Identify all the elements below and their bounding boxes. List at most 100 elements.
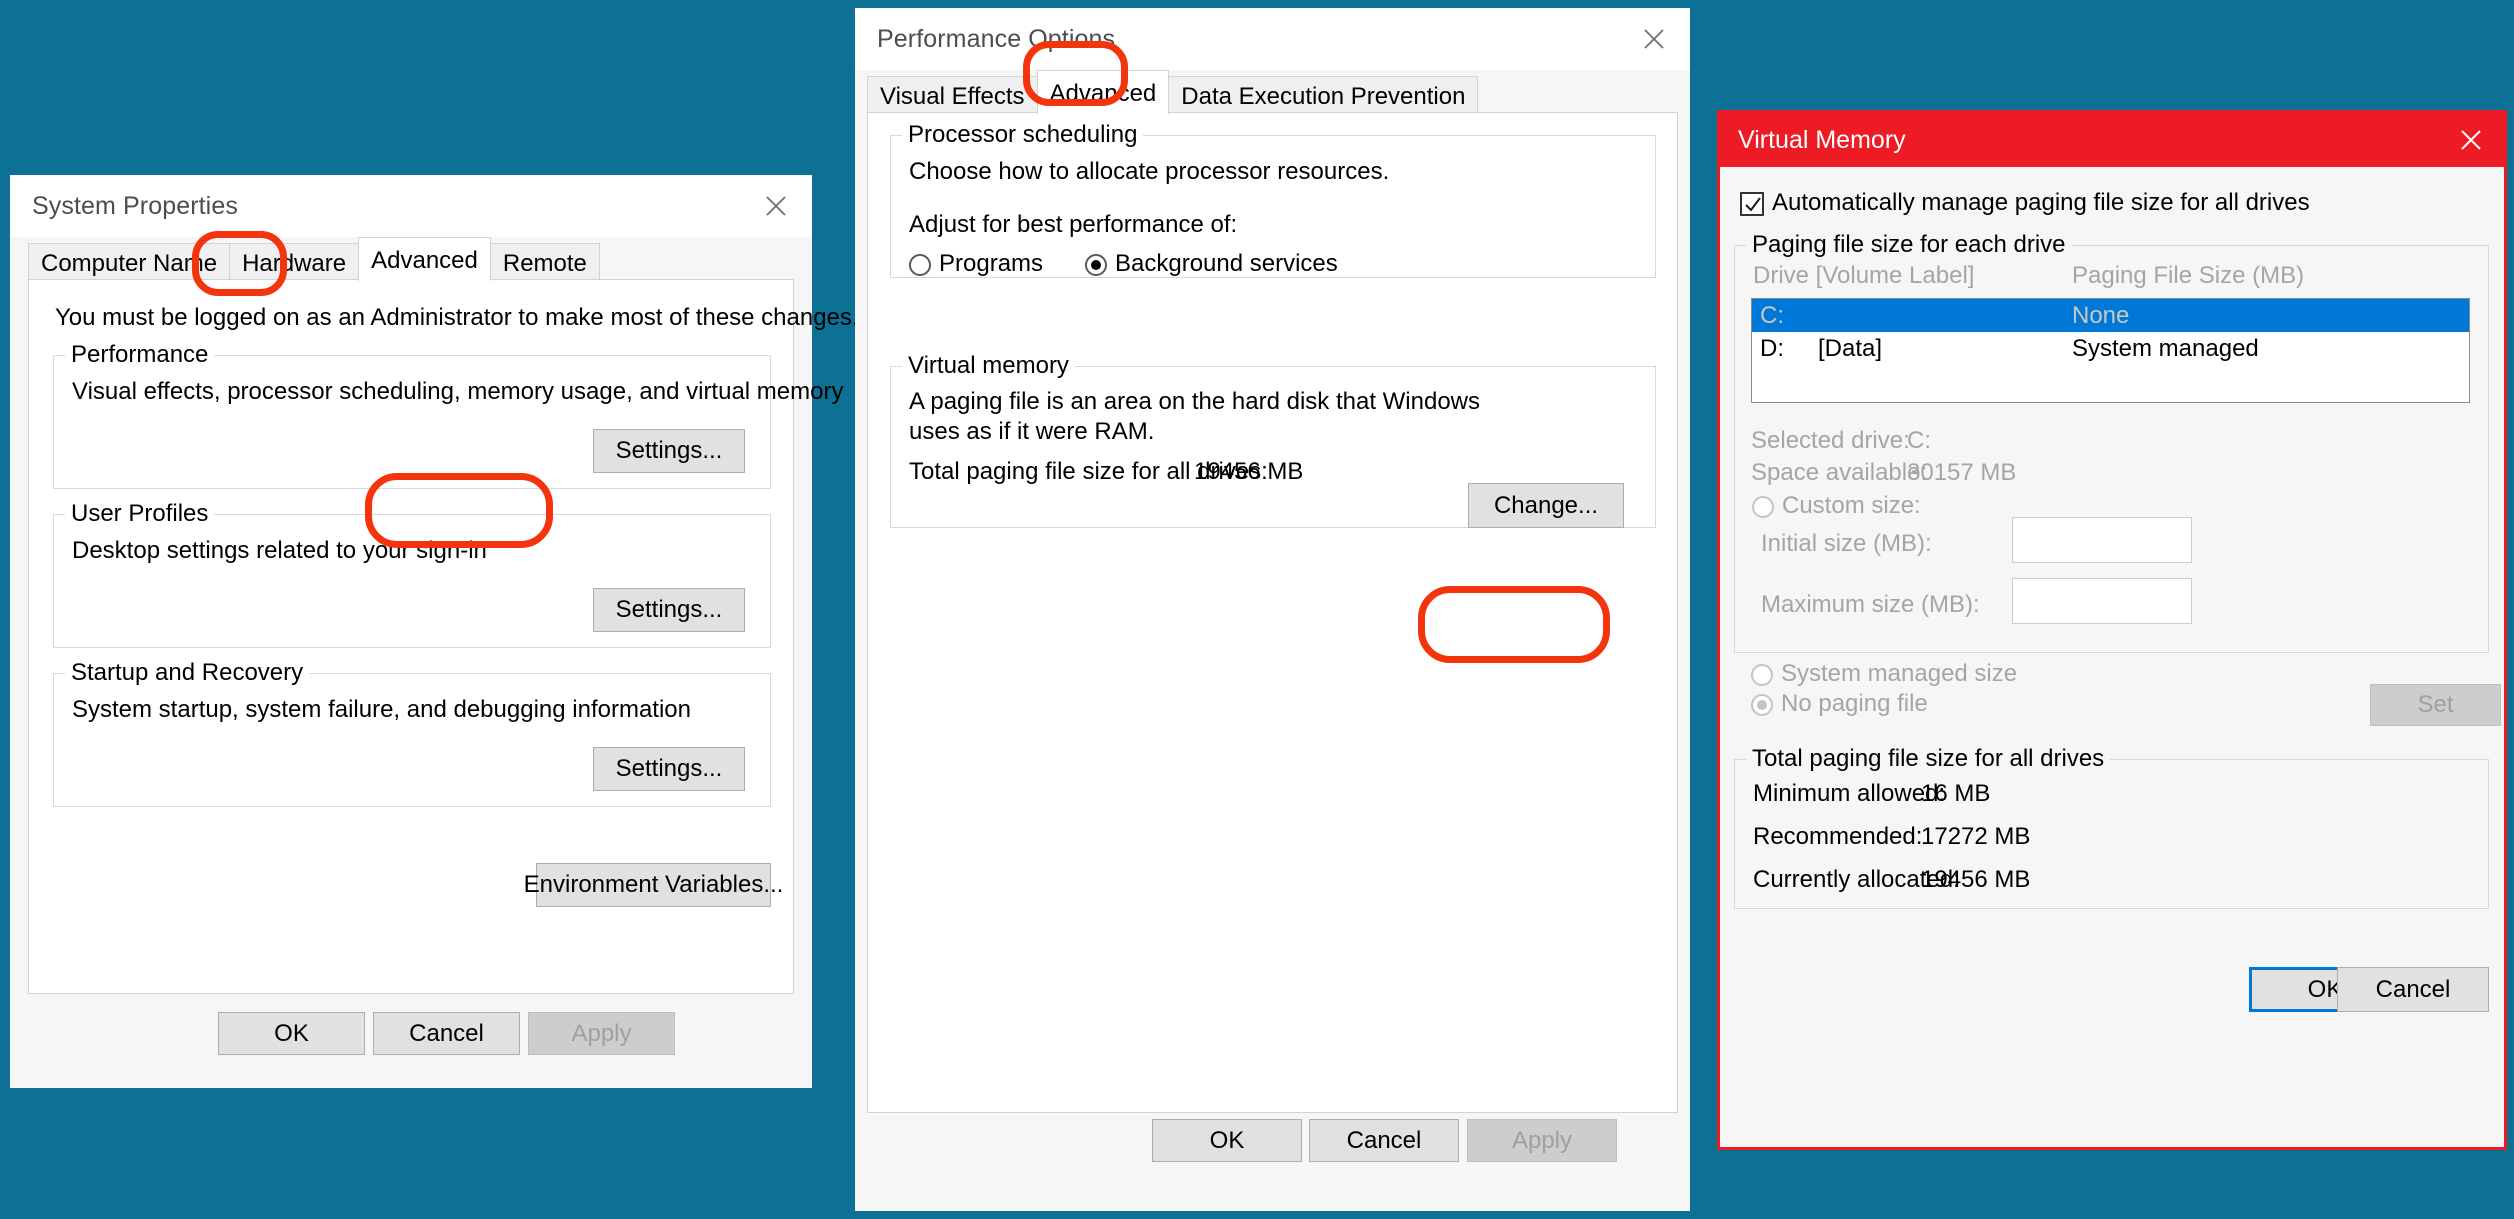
radio-background-services-label: Background services xyxy=(1115,248,1338,279)
user-profiles-settings-button[interactable]: Settings... xyxy=(593,588,745,632)
processor-scheduling-prompt: Adjust for best performance of: xyxy=(909,209,1237,240)
virtual-memory-titlebar: Virtual Memory xyxy=(1720,113,2504,167)
column-header-paging-file-size: Paging File Size (MB) xyxy=(2072,260,2304,291)
radio-programs-label: Programs xyxy=(939,248,1043,279)
virtual-memory-body: Automatically manage paging file size fo… xyxy=(1720,167,2504,1147)
close-icon[interactable] xyxy=(740,175,812,237)
maximum-size-label: Maximum size (MB): xyxy=(1761,589,1980,620)
radio-background-services[interactable] xyxy=(1085,254,1107,276)
system-properties-titlebar: System Properties xyxy=(10,175,812,237)
system-properties-tabpage: You must be logged on as an Administrato… xyxy=(28,279,794,994)
radio-custom-size xyxy=(1752,496,1774,518)
radio-system-managed-size-label: System managed size xyxy=(1781,658,2017,689)
tab-remote[interactable]: Remote xyxy=(490,243,600,281)
virtual-memory-window: Virtual Memory Automatically manage pagi… xyxy=(1717,110,2507,1150)
auto-manage-checkbox[interactable] xyxy=(1740,192,1764,216)
table-row[interactable]: D: [Data] System managed xyxy=(1752,332,2469,365)
sysprops-cancel-button[interactable]: Cancel xyxy=(373,1012,520,1055)
tab-data-execution-prevention[interactable]: Data Execution Prevention xyxy=(1168,76,1478,114)
environment-variables-button[interactable]: Environment Variables... xyxy=(536,863,771,907)
auto-manage-label: Automatically manage paging file size fo… xyxy=(1772,187,2310,218)
space-available-label: Space available: xyxy=(1751,457,1927,488)
tab-label: Hardware xyxy=(242,250,346,277)
performance-options-tabstrip: Visual Effects Advanced Data Execution P… xyxy=(855,70,1690,114)
performance-group-legend: Performance xyxy=(65,341,214,369)
startup-recovery-group: Startup and Recovery System startup, sys… xyxy=(53,673,771,807)
column-header-drive: Drive [Volume Label] xyxy=(1753,260,1974,291)
maximum-size-input xyxy=(2012,578,2192,624)
perfopts-cancel-button[interactable]: Cancel xyxy=(1309,1119,1459,1162)
tab-computer-name[interactable]: Computer Name xyxy=(28,243,230,281)
performance-options-window: Performance Options Visual Effects Advan… xyxy=(855,8,1690,1211)
virtual-memory-description: A paging file is an area on the hard dis… xyxy=(909,387,1529,447)
performance-options-title: Performance Options xyxy=(855,25,1115,54)
selected-drive-label: Selected drive: xyxy=(1751,425,1910,456)
radio-programs[interactable] xyxy=(909,254,931,276)
initial-size-label: Initial size (MB): xyxy=(1761,528,1932,559)
selected-drive-value: C: xyxy=(1907,425,1931,456)
set-button: Set xyxy=(2370,684,2501,726)
row-volume: [Data] xyxy=(1818,335,1882,363)
radio-custom-size-label: Custom size: xyxy=(1782,490,1921,521)
row-size: None xyxy=(2072,302,2129,330)
performance-options-titlebar: Performance Options xyxy=(855,8,1690,70)
startup-recovery-group-legend: Startup and Recovery xyxy=(65,659,309,687)
user-profiles-group: User Profiles Desktop settings related t… xyxy=(53,514,771,648)
virtual-memory-group-legend: Virtual memory xyxy=(902,352,1075,380)
virtual-memory-group: Virtual memory A paging file is an area … xyxy=(890,366,1656,528)
perfopts-apply-button: Apply xyxy=(1467,1119,1617,1162)
tab-label: Computer Name xyxy=(41,250,217,277)
tab-advanced[interactable]: Advanced xyxy=(358,237,491,281)
vm-cancel-button[interactable]: Cancel xyxy=(2337,967,2489,1012)
row-drive: D: xyxy=(1760,335,1784,363)
performance-group: Performance Visual effects, processor sc… xyxy=(53,355,771,489)
close-icon[interactable] xyxy=(2438,113,2504,167)
initial-size-input xyxy=(2012,517,2192,563)
performance-description: Visual effects, processor scheduling, me… xyxy=(72,376,843,407)
system-properties-window: System Properties Computer Name Hardware… xyxy=(10,175,812,1088)
tab-visual-effects[interactable]: Visual Effects xyxy=(867,76,1038,114)
performance-options-tabpage: Processor scheduling Choose how to alloc… xyxy=(867,112,1678,1113)
change-button[interactable]: Change... xyxy=(1468,483,1624,528)
tab-label: Visual Effects xyxy=(880,83,1025,110)
total-paging-size-group: Total paging file size for all drives Mi… xyxy=(1734,759,2489,909)
tab-label: Advanced xyxy=(1050,80,1157,107)
virtual-memory-title: Virtual Memory xyxy=(1720,126,1906,155)
startup-recovery-settings-button[interactable]: Settings... xyxy=(593,747,745,791)
sysprops-ok-button[interactable]: OK xyxy=(218,1012,365,1055)
row-size: System managed xyxy=(2072,335,2259,363)
system-properties-title: System Properties xyxy=(10,192,238,221)
perfopts-ok-button[interactable]: OK xyxy=(1152,1119,1302,1162)
processor-scheduling-group: Processor scheduling Choose how to alloc… xyxy=(890,135,1656,278)
space-available-value: 30157 MB xyxy=(1907,457,2016,488)
recommended-label: Recommended: xyxy=(1753,821,1922,852)
currently-allocated-value: 19456 MB xyxy=(1921,864,2030,895)
minimum-allowed-value: 16 MB xyxy=(1921,778,1990,809)
admin-notice: You must be logged on as an Administrato… xyxy=(55,302,859,333)
performance-settings-button[interactable]: Settings... xyxy=(593,429,745,473)
system-properties-tabstrip: Computer Name Hardware Advanced Remote xyxy=(10,237,812,281)
tab-hardware[interactable]: Hardware xyxy=(229,243,359,281)
paging-file-size-group: Paging file size for each drive Drive [V… xyxy=(1734,245,2489,653)
drive-list[interactable]: C: None D: [Data] System managed xyxy=(1751,298,2470,403)
user-profiles-description: Desktop settings related to your sign-in xyxy=(72,535,487,566)
tab-advanced[interactable]: Advanced xyxy=(1037,70,1170,114)
tab-label: Remote xyxy=(503,250,587,277)
row-drive: C: xyxy=(1760,302,1784,330)
close-icon[interactable] xyxy=(1618,8,1690,70)
minimum-allowed-label: Minimum allowed: xyxy=(1753,778,1945,809)
processor-scheduling-description: Choose how to allocate processor resourc… xyxy=(909,156,1389,187)
user-profiles-group-legend: User Profiles xyxy=(65,500,214,528)
total-paging-size-group-legend: Total paging file size for all drives xyxy=(1746,745,2110,773)
processor-scheduling-group-legend: Processor scheduling xyxy=(902,121,1143,149)
paging-file-size-group-legend: Paging file size for each drive xyxy=(1746,231,2072,259)
radio-no-paging-file-label: No paging file xyxy=(1781,688,1928,719)
total-paging-size-value: 19456 MB xyxy=(1194,456,1303,487)
startup-recovery-description: System startup, system failure, and debu… xyxy=(72,694,691,725)
sysprops-apply-button: Apply xyxy=(528,1012,675,1055)
tab-label: Data Execution Prevention xyxy=(1181,83,1465,110)
table-row[interactable]: C: None xyxy=(1752,299,2469,332)
radio-no-paging-file xyxy=(1751,694,1773,716)
desktop-background: System Properties Computer Name Hardware… xyxy=(0,0,2514,1219)
recommended-value: 17272 MB xyxy=(1921,821,2030,852)
